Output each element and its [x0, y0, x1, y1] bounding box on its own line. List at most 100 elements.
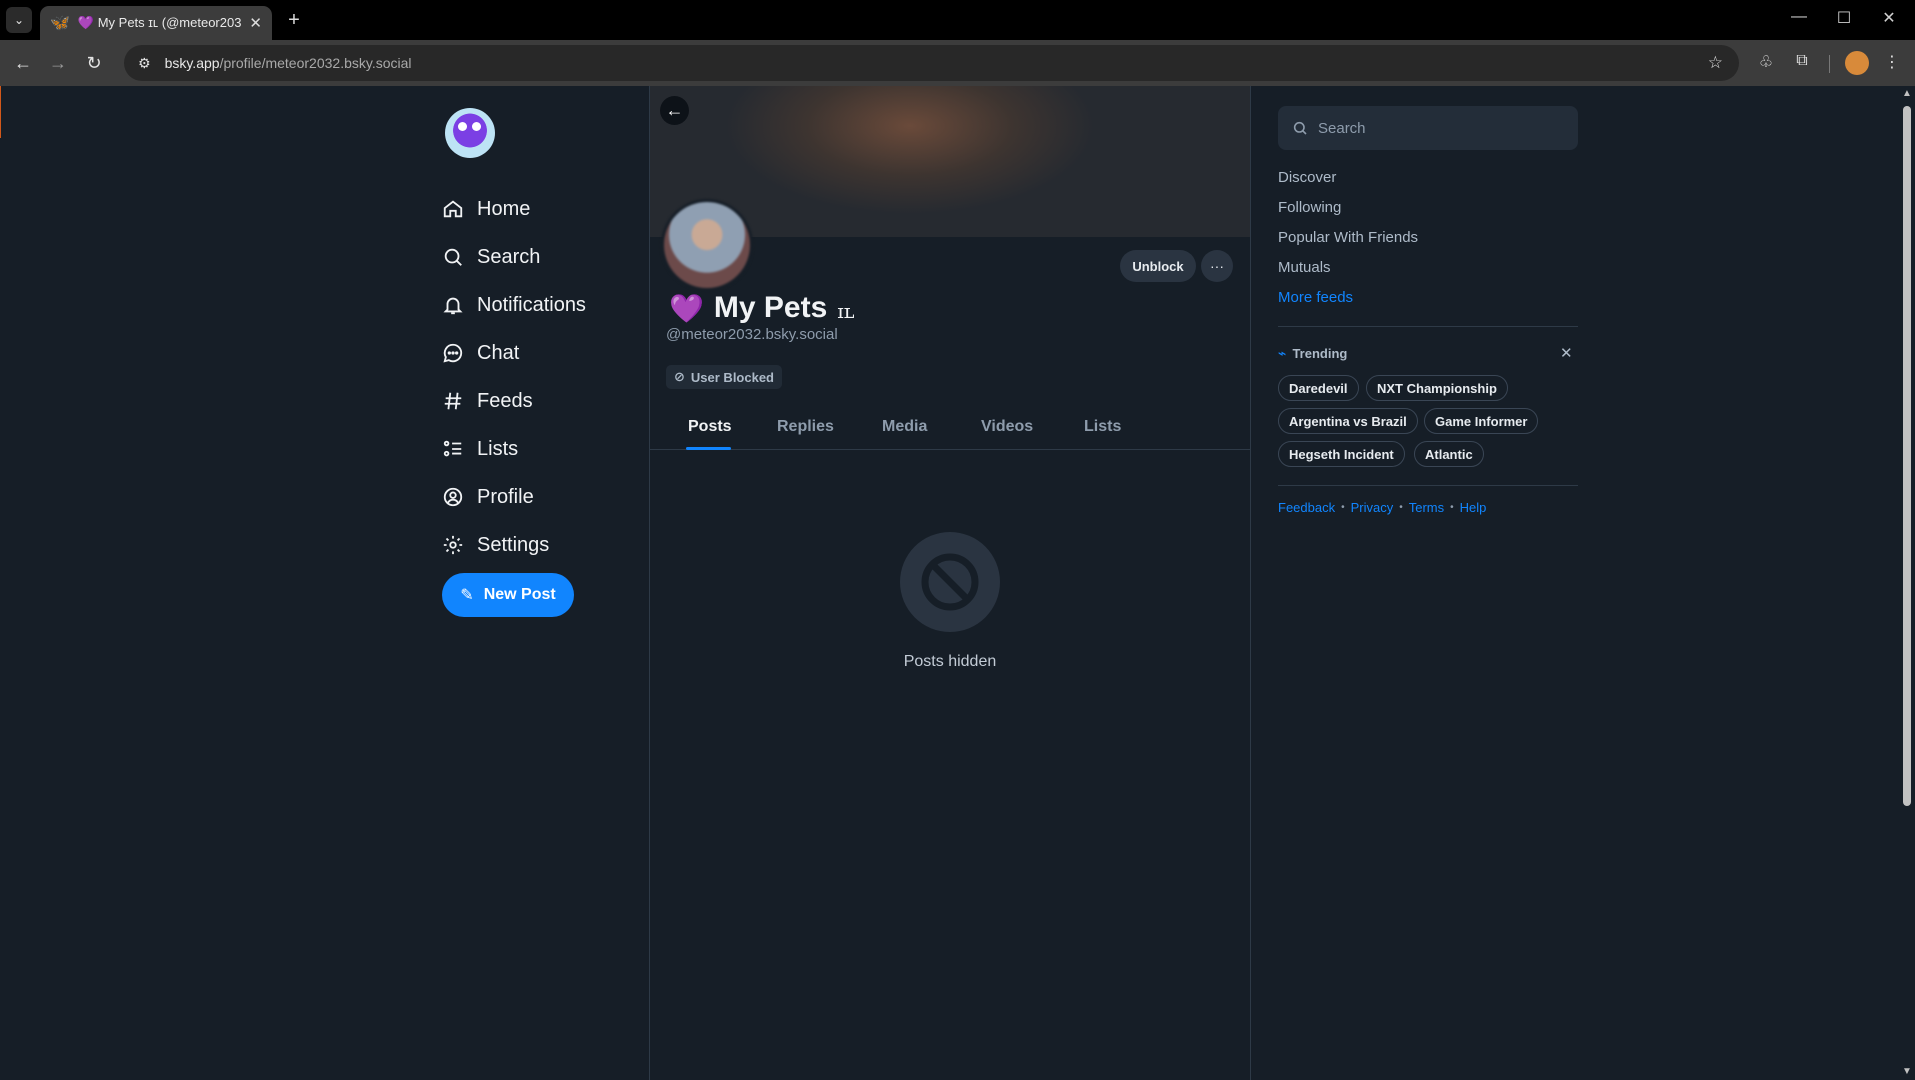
unblock-button[interactable]: Unblock — [1120, 250, 1196, 282]
forward-nav-icon[interactable]: → — [45, 51, 71, 75]
scroll-down-icon[interactable]: ▼ — [1902, 1066, 1912, 1077]
tab-replies[interactable]: Replies — [777, 404, 834, 450]
sidebar-item-label: Settings — [477, 533, 550, 556]
trending-pill[interactable]: Argentina vs Brazil — [1278, 408, 1418, 434]
back-nav-icon[interactable]: ← — [10, 51, 36, 75]
sidebar-item-label: Notifications — [477, 293, 586, 316]
sidebar-item-label: Search — [477, 245, 541, 268]
profile-handle: @meteor2032.bsky.social — [666, 326, 838, 343]
footer-links: Feedback • Privacy • Terms • Help — [1278, 500, 1487, 515]
extensions-puzzle-icon[interactable]: ⧉ — [1790, 52, 1814, 70]
trending-pill[interactable]: Hegseth Incident — [1278, 441, 1405, 467]
browser-toolbar: ← → ↻ ⚙ bsky.app/profile/meteor2032.bsky… — [0, 40, 1915, 86]
tab-posts[interactable]: Posts — [688, 404, 732, 450]
feed-link-popular-with-friends[interactable]: Popular With Friends — [1278, 229, 1418, 246]
tab-close-icon[interactable]: ✕ — [249, 14, 262, 32]
toolbar-divider — [1829, 55, 1830, 73]
site-info-icon[interactable]: ⚙ — [138, 55, 151, 72]
page: Home Search Notifications Chat Feeds Lis… — [0, 86, 1915, 1080]
chat-icon — [442, 342, 464, 364]
feed-link-following[interactable]: Following — [1278, 199, 1341, 216]
new-post-label: New Post — [483, 586, 556, 603]
right-divider — [1250, 86, 1251, 1080]
sidebar-item-search[interactable]: Search — [442, 240, 540, 274]
bluesky-favicon-icon: 🦋 — [50, 15, 70, 32]
search-icon — [442, 246, 464, 268]
address-bar[interactable]: ⚙ bsky.app/profile/meteor2032.bsky.socia… — [124, 45, 1739, 81]
user-avatar[interactable] — [445, 108, 495, 158]
compose-icon: ✎ — [460, 587, 474, 604]
trending-title: Trending — [1292, 346, 1348, 361]
trending-pill[interactable]: Daredevil — [1278, 375, 1359, 401]
profile-icon — [442, 486, 464, 508]
sidebar-item-lists[interactable]: Lists — [442, 432, 518, 466]
list-icon — [442, 438, 464, 460]
feed-link-discover[interactable]: Discover — [1278, 169, 1336, 186]
gear-icon — [442, 534, 464, 556]
new-post-button[interactable]: ✎ New Post — [442, 573, 574, 617]
scrollbar-thumb[interactable] — [1903, 106, 1911, 806]
tab-lists[interactable]: Lists — [1084, 404, 1121, 450]
footer-link-privacy[interactable]: Privacy — [1351, 500, 1394, 515]
sidebar-item-label: Lists — [477, 437, 519, 460]
display-name-text: My Pets — [713, 291, 828, 324]
browser-profile-avatar[interactable] — [1845, 51, 1869, 75]
sidebar-item-label: Feeds — [477, 389, 533, 412]
profile-display-name: 💜 My Pets ɪʟ — [669, 290, 855, 326]
bookmark-star-icon[interactable]: ☆ — [1708, 53, 1723, 73]
purple-heart-icon: 💜 — [669, 292, 704, 324]
search-placeholder: Search — [1318, 119, 1366, 137]
window-close-icon[interactable]: ✕ — [1874, 8, 1904, 28]
sidebar-item-home[interactable]: Home — [442, 192, 530, 226]
divider — [1278, 326, 1578, 327]
sidebar-item-label: Profile — [477, 485, 534, 508]
active-tab-indicator — [686, 447, 731, 450]
search-input[interactable]: Search — [1278, 106, 1578, 150]
url-text: bsky.app/profile/meteor2032.bsky.social — [165, 55, 412, 71]
back-button[interactable]: ← — [660, 96, 689, 125]
footer-link-terms[interactable]: Terms — [1409, 500, 1444, 515]
sidebar-item-notifications[interactable]: Notifications — [442, 288, 586, 322]
close-icon[interactable]: ✕ — [1560, 344, 1573, 362]
hash-icon — [442, 390, 464, 412]
search-icon — [1293, 121, 1307, 135]
browser-tab[interactable]: 🦋 💜 My Pets ɪʟ (@meteor2032.bsky.social)… — [40, 6, 272, 40]
url-path: /profile/meteor2032.bsky.social — [219, 55, 412, 71]
sidebar-item-settings[interactable]: Settings — [442, 528, 549, 562]
extension-icon[interactable]: ♧ — [1754, 52, 1778, 72]
posts-hidden-icon — [900, 532, 1000, 632]
minimize-icon[interactable]: — — [1784, 8, 1814, 26]
trending-header: ⌁ Trending — [1278, 345, 1347, 362]
edge-accent — [0, 86, 1, 138]
reload-icon[interactable]: ↻ — [81, 51, 107, 75]
more-feeds-link[interactable]: More feeds — [1278, 289, 1353, 306]
sidebar-item-profile[interactable]: Profile — [442, 480, 534, 514]
user-blocked-badge: ⊘ User Blocked — [666, 365, 782, 389]
more-options-button[interactable]: ··· — [1201, 250, 1233, 282]
footer-link-feedback[interactable]: Feedback — [1278, 500, 1335, 515]
home-icon — [442, 198, 464, 220]
sidebar-item-feeds[interactable]: Feeds — [442, 384, 533, 418]
feed-link-mutuals[interactable]: Mutuals — [1278, 259, 1331, 276]
footer-link-help[interactable]: Help — [1460, 500, 1487, 515]
maximize-icon[interactable]: ☐ — [1829, 8, 1859, 28]
display-name-suffix: ɪʟ — [837, 299, 855, 323]
sidebar-item-label: Home — [477, 197, 531, 220]
bell-icon — [442, 294, 464, 316]
tab-title: 💜 My Pets ɪʟ (@meteor2032.bsky.social) — [77, 15, 242, 30]
sidebar-item-label: Chat — [477, 341, 520, 364]
scroll-up-icon[interactable]: ▲ — [1902, 88, 1912, 99]
tab-videos[interactable]: Videos — [981, 404, 1033, 450]
page-scrollbar[interactable]: ▲ ▼ — [1900, 86, 1915, 1080]
tab-search-button[interactable]: ⌄ — [6, 7, 32, 33]
trending-pill[interactable]: Atlantic — [1414, 441, 1484, 467]
trending-pill[interactable]: Game Informer — [1424, 408, 1539, 434]
sidebar-item-chat[interactable]: Chat — [442, 336, 519, 370]
blocked-icon: ⊘ — [674, 369, 685, 384]
tab-media[interactable]: Media — [882, 404, 927, 450]
profile-avatar[interactable] — [661, 199, 753, 291]
new-tab-button[interactable]: + — [282, 8, 306, 32]
trending-pill[interactable]: NXT Championship — [1366, 375, 1508, 401]
browser-menu-icon[interactable]: ⋮ — [1880, 52, 1904, 72]
arrow-left-icon: ← — [665, 100, 684, 120]
